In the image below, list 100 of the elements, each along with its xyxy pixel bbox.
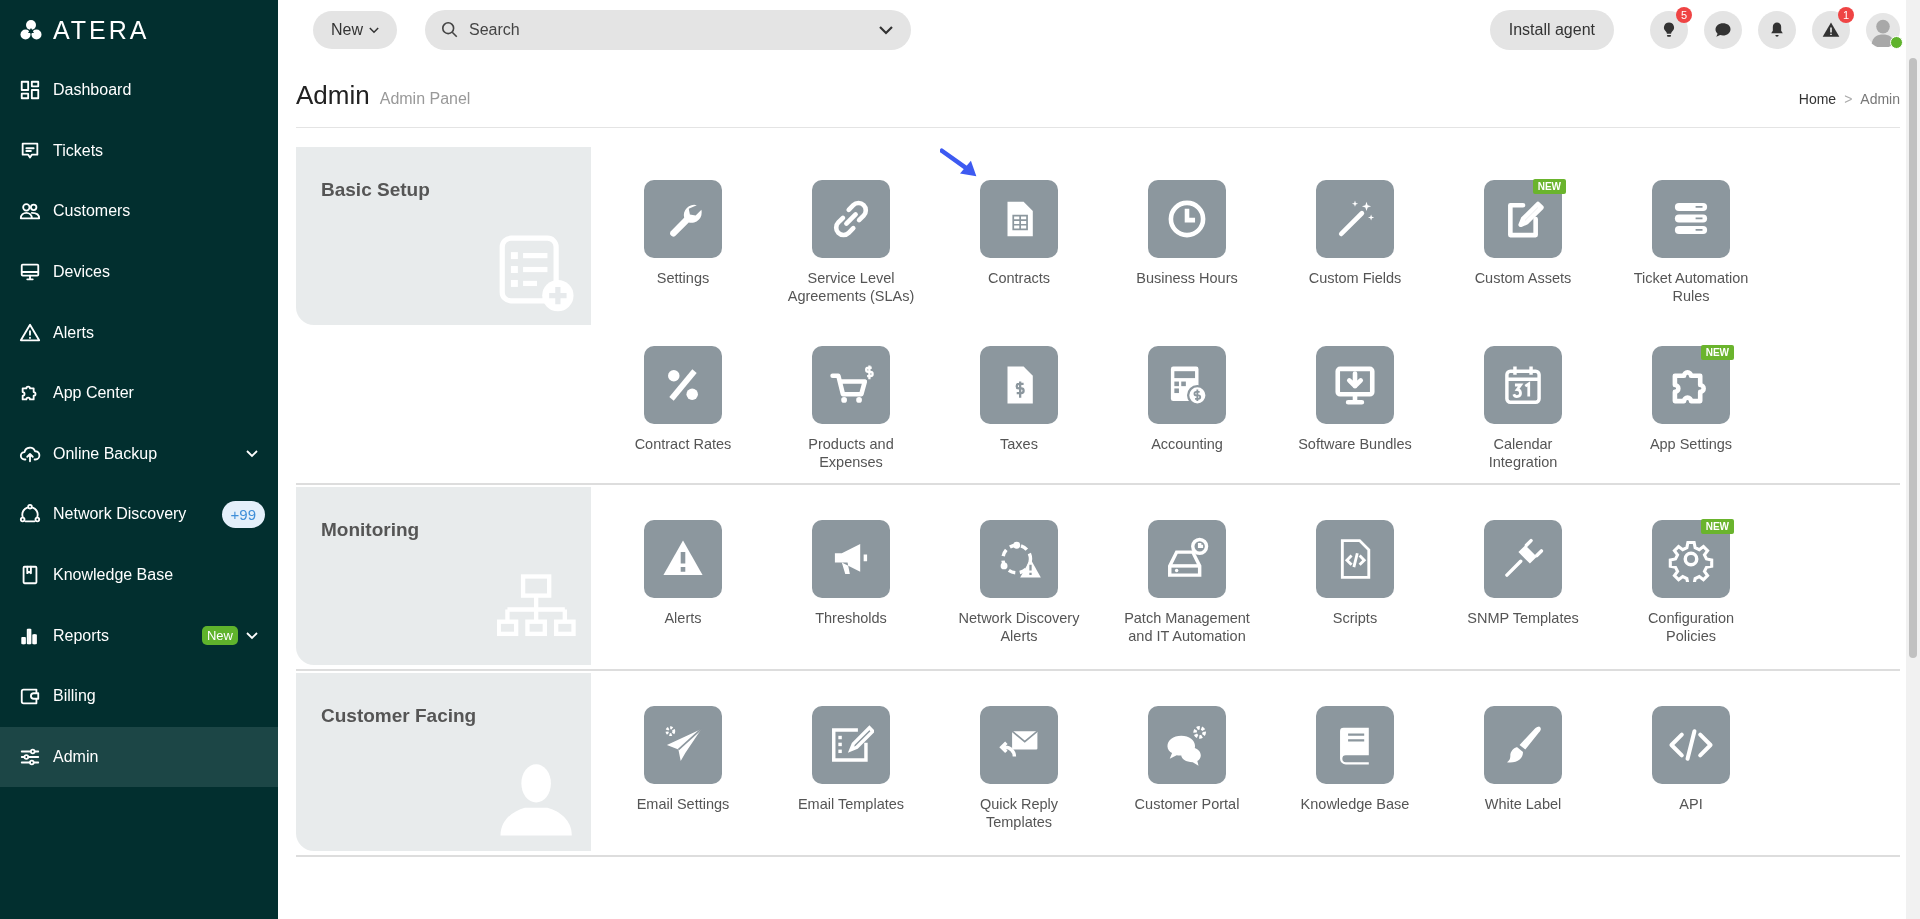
bell-button[interactable]: [1758, 11, 1796, 49]
admin-tile[interactable]: SNMP Templates: [1439, 487, 1607, 653]
admin-tile[interactable]: White Label: [1439, 673, 1607, 839]
caret-icon: [879, 26, 893, 35]
chevron-down-icon: [246, 449, 258, 458]
search-icon: [441, 21, 459, 39]
tile-label: Email Templates: [796, 795, 906, 813]
breadcrumb-current: Admin: [1860, 91, 1900, 107]
nav-item[interactable]: Customers: [0, 181, 278, 242]
admin-tile[interactable]: Settings: [599, 147, 767, 313]
tile-label: Calendar Integration: [1487, 435, 1559, 471]
tile-label: Patch Management and IT Automation: [1123, 609, 1251, 645]
admin-tile[interactable]: NEW Custom Assets: [1439, 147, 1607, 313]
tile-label: Thresholds: [814, 609, 888, 627]
tile-label: API: [1678, 795, 1704, 813]
nav-item[interactable]: Online Backup: [0, 423, 278, 485]
list-add-icon: [497, 233, 577, 313]
page-title: Admin: [296, 80, 370, 111]
tile-label: Knowledge Base: [1299, 795, 1411, 813]
tile-label: Email Settings: [635, 795, 731, 813]
notification-count: 5: [1676, 7, 1692, 23]
scrollbar-thumb[interactable]: [1909, 58, 1917, 658]
admin-tile[interactable]: Calendar Integration: [1439, 313, 1607, 479]
admin-tile[interactable]: Quick Reply Templates: [935, 673, 1103, 839]
admin-tile[interactable]: Software Bundles: [1271, 313, 1439, 479]
nav-item[interactable]: Devices: [0, 241, 278, 303]
admin-tile[interactable]: Scripts: [1271, 487, 1439, 653]
admin-tile[interactable]: Contracts: [935, 147, 1103, 313]
warning-icon: [1821, 20, 1841, 40]
logo-icon: [19, 18, 43, 42]
admin-tile[interactable]: NEW App Settings: [1607, 313, 1775, 479]
tile-label: Contracts: [986, 269, 1052, 287]
admin-tile[interactable]: Taxes: [935, 313, 1103, 479]
tile-label: Accounting: [1150, 435, 1224, 453]
search-field[interactable]: Search: [425, 10, 911, 50]
admin-tile[interactable]: Ticket Automation Rules: [1607, 147, 1775, 313]
chat-button[interactable]: [1704, 11, 1742, 49]
tile-label: Customer Portal: [1133, 795, 1241, 813]
nav-item[interactable]: Tickets: [0, 120, 278, 182]
tile-label: White Label: [1483, 795, 1563, 813]
nav-item[interactable]: Knowledge Base: [0, 544, 278, 606]
logo-text: ATERA: [53, 15, 150, 45]
nav-badge: +99: [221, 500, 265, 528]
tile-label: Alerts: [663, 609, 703, 627]
admin-tile[interactable]: Products and Expenses: [767, 313, 935, 479]
admin-tile[interactable]: Accounting: [1103, 313, 1271, 479]
page-subtitle: Admin Panel: [379, 90, 471, 108]
admin-tile[interactable]: Network Discovery Alerts: [935, 487, 1103, 653]
tile-label: Business Hours: [1135, 269, 1239, 287]
install-agent-button[interactable]: Install agent: [1489, 10, 1614, 50]
nav-item[interactable]: Reports New: [0, 605, 278, 666]
tile-label: Custom Assets: [1473, 269, 1573, 287]
chat-icon: [1713, 20, 1733, 40]
tile-label: Ticket Automation Rules: [1632, 269, 1750, 305]
new-badge: NEW: [1532, 179, 1566, 194]
tile-label: Software Bundles: [1297, 435, 1413, 453]
tile-label: App Settings: [1648, 435, 1734, 453]
tile-label: Configuration Policies: [1646, 609, 1736, 645]
admin-tile[interactable]: Thresholds: [767, 487, 935, 653]
breadcrumb-separator: >: [1844, 91, 1853, 107]
tile-label: Scripts: [1331, 609, 1379, 627]
nav-badge: New: [202, 626, 238, 646]
tile-label: SNMP Templates: [1466, 609, 1580, 627]
tile-label: Contract Rates: [633, 435, 733, 453]
new-badge: NEW: [1700, 345, 1734, 360]
admin-tile[interactable]: NEW Configuration Policies: [1607, 487, 1775, 653]
tile-label: Settings: [655, 269, 711, 287]
breadcrumb-link[interactable]: Home: [1798, 91, 1837, 107]
tile-label: Service Level Agreements (SLAs): [787, 269, 915, 305]
section-title: Basic Setup: [321, 179, 430, 200]
admin-tile[interactable]: Custom Fields: [1271, 147, 1439, 313]
admin-tile[interactable]: Email Settings: [599, 673, 767, 839]
warning-icon: [19, 321, 41, 344]
admin-tile[interactable]: API: [1607, 673, 1775, 839]
chevron-down-icon: [246, 631, 258, 640]
tile-label: Network Discovery Alerts: [957, 609, 1081, 645]
caret-icon: [369, 26, 379, 34]
new-badge: NEW: [1700, 519, 1734, 534]
admin-tile[interactable]: Contract Rates: [599, 313, 767, 479]
avatar[interactable]: [1866, 13, 1900, 47]
nav-item[interactable]: Billing: [0, 665, 278, 727]
admin-tile[interactable]: Business Hours: [1103, 147, 1271, 313]
notification-count: 1: [1838, 7, 1854, 23]
admin-tile[interactable]: Alerts: [599, 487, 767, 653]
nav-item[interactable]: Network Discovery +99: [0, 484, 278, 545]
dashboard-icon: [19, 79, 41, 102]
nav-item[interactable]: Dashboard: [0, 60, 278, 121]
tile-label: Custom Fields: [1307, 269, 1403, 287]
nav-item[interactable]: Admin: [0, 726, 278, 788]
admin-tile[interactable]: Service Level Agreements (SLAs): [767, 147, 935, 313]
tile-label: Quick Reply Templates: [978, 795, 1060, 831]
nav-item[interactable]: Alerts: [0, 302, 278, 363]
section-title: Customer Facing: [321, 705, 477, 726]
nav-item[interactable]: App Center: [0, 362, 278, 424]
admin-tile[interactable]: Patch Management and IT Automation: [1103, 487, 1271, 653]
new-button[interactable]: New: [313, 11, 397, 49]
section-title: Monitoring: [321, 519, 420, 540]
admin-tile[interactable]: Customer Portal: [1103, 673, 1271, 839]
admin-tile[interactable]: Email Templates: [767, 673, 935, 839]
admin-tile[interactable]: Knowledge Base: [1271, 673, 1439, 839]
